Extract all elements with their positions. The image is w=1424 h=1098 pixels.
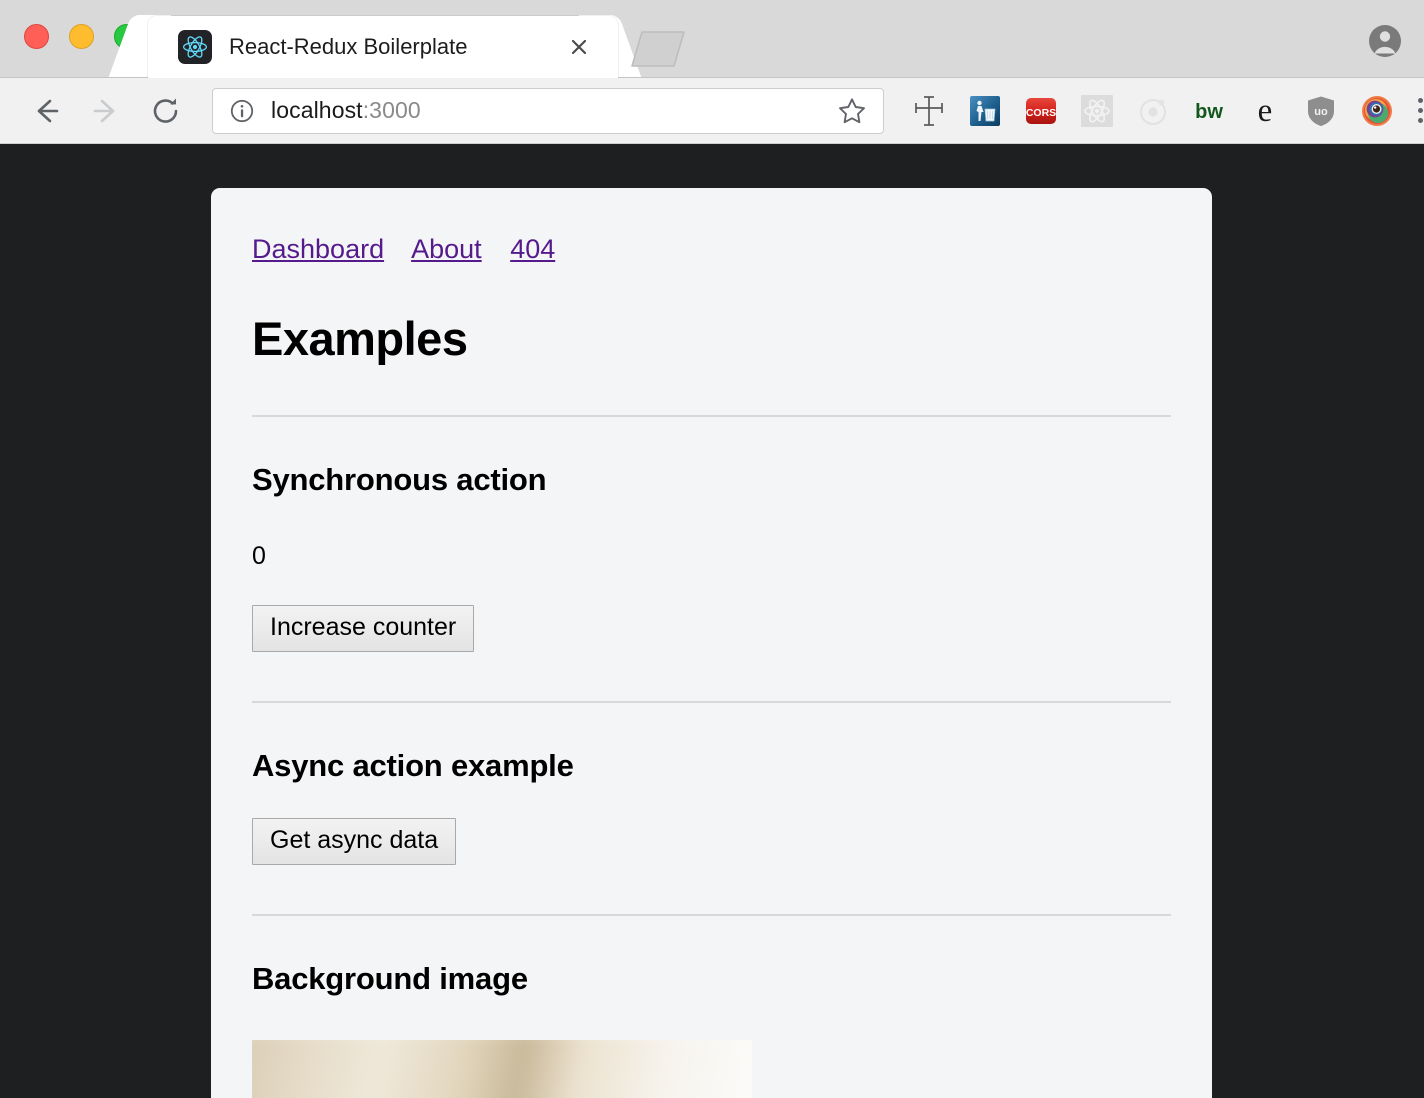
forward-button-icon[interactable] [82, 87, 130, 135]
info-circle-icon[interactable] [229, 98, 255, 124]
tab-title: React-Redux Boilerplate [229, 34, 468, 59]
section-background-image: Background image [252, 961, 1171, 1098]
menu-dot [1418, 108, 1423, 113]
background-image-photo [252, 1039, 752, 1098]
tab-close-icon[interactable] [566, 34, 592, 60]
cors-icon[interactable]: CORS [1024, 94, 1058, 128]
ionic-icon[interactable] [1136, 94, 1170, 128]
section-heading-background-image: Background image [252, 960, 528, 996]
content-card: Dashboard About 404 Examples Synchronous… [211, 188, 1212, 1098]
browser-window: React-Redux Boilerplate localhost:3000 C… [0, 0, 1424, 1098]
section-heading-async: Async action example [252, 747, 574, 783]
address-bar[interactable]: localhost:3000 [212, 87, 884, 134]
section-heading-synchronous: Synchronous action [252, 462, 547, 497]
counter-value: 0 [252, 542, 266, 570]
nav-link-about[interactable]: About [411, 234, 482, 264]
new-tab-button[interactable] [628, 28, 688, 70]
reload-button-icon[interactable] [142, 87, 190, 135]
react-favicon-icon [178, 30, 212, 64]
star-icon[interactable] [837, 96, 867, 126]
profile-avatar[interactable] [1366, 22, 1404, 60]
url-text: localhost:3000 [271, 97, 421, 124]
ublock-origin-icon[interactable]: uo [1304, 94, 1338, 128]
bitwarden-icon[interactable]: bw [1192, 94, 1226, 128]
get-async-data-button[interactable]: Get async data [252, 817, 457, 865]
cors-label: CORS [1026, 107, 1056, 119]
clear-cache-icon[interactable] [968, 94, 1002, 128]
browser-toolbar: localhost:3000 CORS bw e uo [0, 78, 1424, 144]
evernote-icon[interactable]: e [1248, 94, 1282, 128]
increase-counter-button[interactable]: Increase counter [252, 605, 475, 652]
menu-dot [1418, 98, 1423, 103]
section-divider [252, 700, 1171, 703]
evernote-label: e [1258, 94, 1273, 128]
background-image [252, 1039, 752, 1098]
url-port: :3000 [362, 97, 421, 123]
window-minimize-button[interactable] [69, 24, 94, 49]
bitwarden-label: bw [1195, 101, 1223, 123]
section-async-action: Async action example Get async data [252, 748, 1171, 865]
extensions-bar: CORS bw e uo [912, 94, 1394, 128]
browser-tab-active[interactable]: React-Redux Boilerplate [148, 16, 618, 78]
section-divider [252, 913, 1171, 916]
nav-link-404[interactable]: 404 [510, 234, 555, 264]
section-synchronous-action: Synchronous action 0 Increase counter [252, 462, 1171, 652]
ublock-label: uo [1314, 106, 1328, 118]
site-nav: Dashboard About 404 [252, 188, 1171, 263]
page-viewport: Dashboard About 404 Examples Synchronous… [0, 145, 1424, 1098]
back-button-icon[interactable] [22, 87, 70, 135]
colorzilla-icon[interactable] [1360, 94, 1394, 128]
browser-menu-icon[interactable] [1418, 93, 1423, 129]
measure-tool-icon[interactable] [912, 94, 946, 128]
page-title: Examples [252, 312, 468, 365]
menu-dot [1418, 118, 1423, 123]
url-host: localhost [271, 97, 363, 123]
tab-strip: React-Redux Boilerplate [0, 0, 1424, 78]
react-devtools-icon[interactable] [1080, 94, 1114, 128]
window-close-button[interactable] [24, 24, 49, 49]
section-divider [252, 415, 1171, 417]
nav-link-dashboard[interactable]: Dashboard [252, 234, 384, 264]
